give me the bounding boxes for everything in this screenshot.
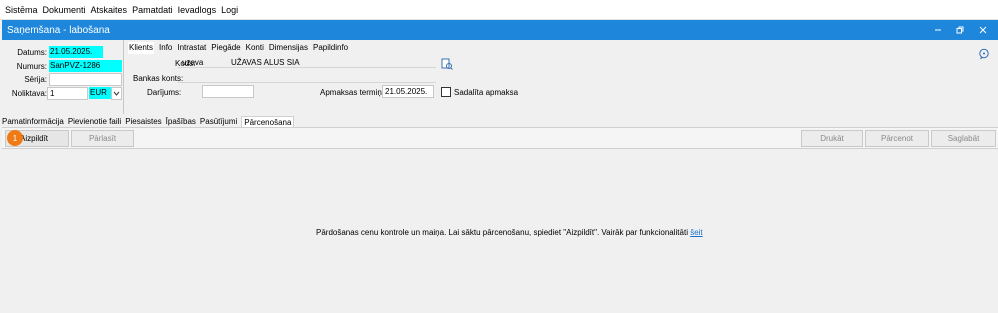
noliktava-label: Noliktava: (11, 88, 47, 98)
close-icon (979, 26, 987, 34)
tab-intrastat[interactable]: Intrastat (177, 42, 206, 54)
info-message-text: Pārdošanas cenu kontrole un maiņa. Lai s… (316, 228, 688, 237)
numurs-field[interactable]: SanPVZ-1286 (49, 60, 122, 72)
darijums-label: Darījums: (147, 88, 182, 97)
datums-field[interactable]: 21.05.2025. (49, 46, 103, 58)
serija-label: Sērija: (24, 74, 47, 84)
sadalita-checkbox[interactable] (441, 87, 451, 97)
menu-pamatdati[interactable]: Pamatdati (132, 5, 173, 15)
menu-dokumenti[interactable]: Dokumenti (43, 5, 86, 15)
bankas-field[interactable] (178, 71, 436, 83)
parlasit-button[interactable]: Pārlasīt (71, 130, 134, 147)
kods-row (178, 56, 436, 68)
help-chat-icon (979, 48, 989, 60)
numurs-label: Numurs: (16, 61, 47, 71)
close-button[interactable] (970, 20, 996, 40)
currency-field[interactable]: EUR (89, 87, 111, 99)
tab-parcenosana[interactable]: Pārcenošana (241, 116, 295, 127)
tab-pievienotie-faili[interactable]: Pievienotie faili (68, 116, 121, 127)
tab-piegade[interactable]: Piegāde (211, 42, 240, 54)
document-header-panel: Datums: 21.05.2025. Numurs: SanPVZ-1286 … (2, 40, 124, 114)
tab-klients[interactable]: Klients (128, 42, 155, 54)
minimize-icon (935, 29, 941, 31)
parcenot-button[interactable]: Pārcenot (865, 130, 929, 147)
restore-icon (956, 26, 964, 34)
main-content: Pārdošanas cenu kontrole un maiņa. Lai s… (2, 149, 998, 313)
client-tabs: Klients Info Intrastat Piegāde Konti Dim… (128, 42, 353, 54)
bankas-label: Bankas konts: (133, 74, 184, 83)
termins-label: Apmaksas termiņš: (320, 88, 389, 97)
toolbar: Aizpildīt 1 Pārlasīt Drukāt Pārcenot Sag… (2, 127, 998, 149)
step-badge: 1 (7, 130, 23, 146)
help-button[interactable] (978, 48, 990, 60)
tab-dimensijas[interactable]: Dimensijas (269, 42, 308, 54)
sadalita-label: Sadalīta apmaksa (454, 88, 519, 97)
tab-info[interactable]: Info (159, 42, 172, 54)
menu-sistema[interactable]: Sistēma (5, 5, 38, 15)
saglabat-button[interactable]: Saglabāt (931, 130, 996, 147)
client-name-field[interactable]: UŽAVAS ALUS SIA (231, 58, 300, 67)
tab-papildinfo[interactable]: Papildinfo (313, 42, 348, 54)
serija-field[interactable] (49, 73, 122, 86)
menu-ievadlogs[interactable]: Ievadlogs (178, 5, 217, 15)
window-title: Saņemšana - labošana (7, 24, 110, 36)
client-lookup-button[interactable] (441, 58, 453, 70)
document-tabs: Pamatinformācija Pievienotie faili Piesa… (2, 116, 298, 127)
datums-label: Datums: (17, 47, 47, 57)
info-link[interactable]: šeit (690, 228, 702, 237)
currency-dropdown[interactable] (111, 87, 122, 100)
document-search-icon (441, 58, 453, 70)
menu-bar: Sistēma Dokumenti Atskaites Pamatdati Ie… (0, 0, 998, 20)
kods-field[interactable]: uzava (182, 58, 203, 67)
chevron-down-icon (113, 91, 120, 96)
menu-logi[interactable]: Logi (221, 5, 238, 15)
menu-atskaites[interactable]: Atskaites (91, 5, 128, 15)
darijums-field[interactable] (202, 85, 254, 98)
tab-pasutijumi[interactable]: Pasūtījumi (200, 116, 237, 127)
drukat-button[interactable]: Drukāt (801, 130, 863, 147)
noliktava-field[interactable]: 1 (47, 87, 88, 100)
tab-pamatinformacija[interactable]: Pamatinformācija (2, 116, 64, 127)
termins-field[interactable]: 21.05.2025. (382, 85, 434, 98)
tab-piesaistes[interactable]: Piesaistes (125, 116, 161, 127)
client-panel: Kods: uzava UŽAVAS ALUS SIA Bankas konts… (126, 48, 996, 114)
tab-ipasibas[interactable]: Īpašības (166, 116, 196, 127)
info-message: Pārdošanas cenu kontrole un maiņa. Lai s… (316, 228, 703, 237)
tab-konti[interactable]: Konti (246, 42, 264, 54)
window-titlebar: Saņemšana - labošana (2, 20, 998, 40)
